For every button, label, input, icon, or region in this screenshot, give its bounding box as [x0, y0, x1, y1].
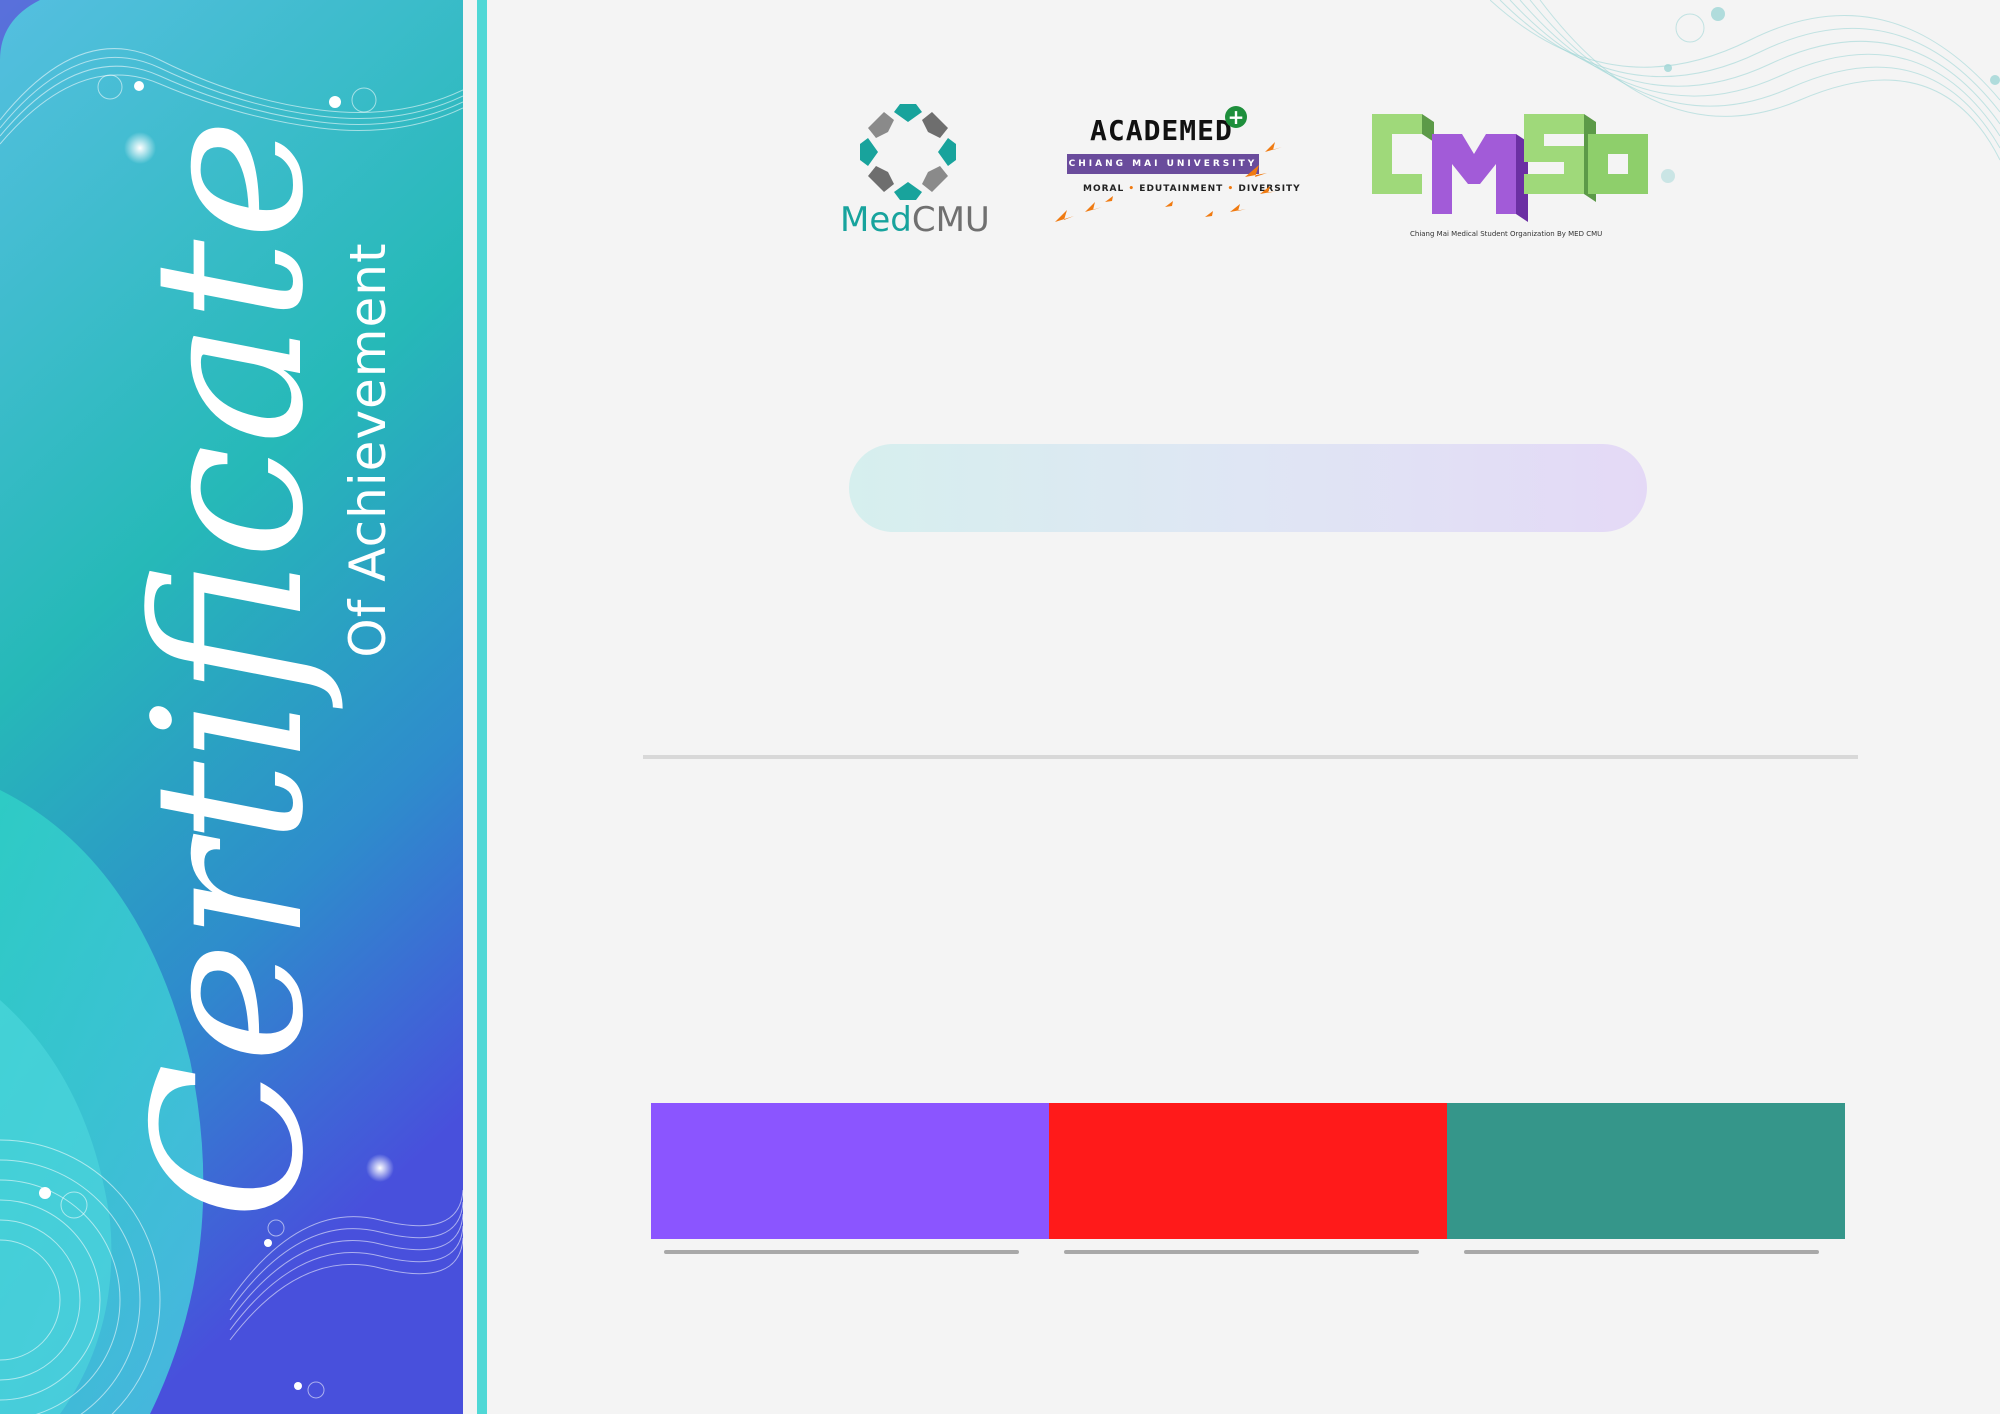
- recipient-name-field: [849, 444, 1647, 532]
- certificate-script-title: Certificate: [111, 118, 349, 1220]
- sidebar-accent-stripe: [477, 0, 487, 1414]
- medcmu-logo: MedCMU: [838, 100, 990, 240]
- signature-block-2: [1049, 1103, 1447, 1239]
- svg-text:Certificate: Certificate: [111, 118, 349, 1220]
- cmso-caption: Chiang Mai Medical Student Organization …: [1410, 230, 1603, 238]
- certificate-sidebar: Certificate Of Achievement: [0, 0, 463, 1414]
- medcmu-text-cmu: CMU: [911, 200, 990, 240]
- academed-logo: ACADEMED + CHIANG MAI UNIVERSITY MORAL •…: [1045, 102, 1300, 237]
- medcmu-flower-icon: [860, 104, 956, 200]
- signature-block-1: [651, 1103, 1049, 1239]
- certificate-subtitle: Of Achievement: [339, 242, 397, 658]
- signature-line-2: [1064, 1250, 1419, 1254]
- signature-line-3: [1464, 1250, 1819, 1254]
- signature-line-1: [664, 1250, 1019, 1254]
- cmso-letters-icon: [1372, 114, 1648, 222]
- signature-block-3: [1447, 1103, 1845, 1239]
- cmso-logo: Chiang Mai Medical Student Organization …: [1362, 104, 1662, 244]
- medcmu-text-med: Med: [840, 200, 912, 240]
- academed-birds-icon: [1055, 142, 1282, 222]
- certificate-divider: [643, 755, 1858, 759]
